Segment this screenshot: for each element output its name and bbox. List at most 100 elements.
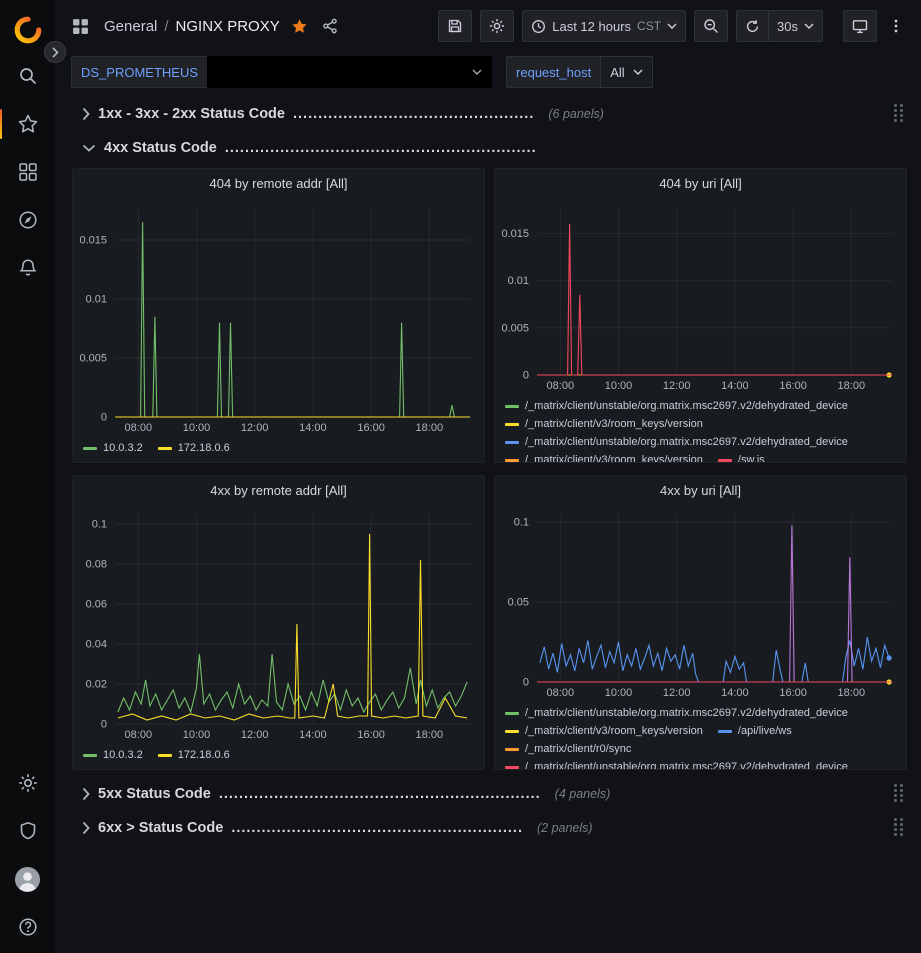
svg-text:0.04: 0.04 <box>86 639 107 651</box>
legend-item[interactable]: /_matrix/client/v3/room_keys/version <box>505 722 703 740</box>
svg-text:08:00: 08:00 <box>547 687 575 699</box>
dashboard-row-6xx[interactable]: 6xx > Status Code ......................… <box>72 814 907 842</box>
gear-icon <box>18 773 38 793</box>
row-panels-4xx: 404 by remote addr [All] 08:0010:0012:00… <box>72 168 907 770</box>
legend-swatch <box>505 441 519 444</box>
panel-legend: /_matrix/client/unstable/org.matrix.msc2… <box>495 700 906 770</box>
grafana-logo[interactable] <box>13 6 43 54</box>
main-area: General / NGINX PROXY <box>55 0 921 953</box>
timeseries-chart[interactable]: 08:0010:0012:0014:0016:0018:0000.050.1 <box>495 504 906 700</box>
dashboard-header: General / NGINX PROXY <box>55 0 921 52</box>
legend-item[interactable]: /_matrix/client/unstable/org.matrix.msc2… <box>505 758 848 770</box>
variable-datasource: DS_PROMETHEUS <box>71 56 492 88</box>
share-button[interactable] <box>319 15 341 37</box>
chevron-down-icon <box>633 69 643 75</box>
svg-text:18:00: 18:00 <box>416 422 444 434</box>
svg-text:16:00: 16:00 <box>357 422 385 434</box>
dashboard-canvas: 1xx - 3xx - 2xx Status Code ............… <box>55 92 921 953</box>
breadcrumb-folder[interactable]: General <box>104 18 157 35</box>
legend-item[interactable]: /_matrix/client/v3/room_keys/version <box>505 451 703 463</box>
svg-text:08:00: 08:00 <box>125 422 153 434</box>
datasource-variable-label[interactable]: DS_PROMETHEUS <box>71 56 207 88</box>
svg-text:08:00: 08:00 <box>547 380 575 392</box>
app-root: General / NGINX PROXY <box>0 0 921 953</box>
sidebar-item-alerting[interactable] <box>0 246 55 290</box>
legend-item[interactable]: /_matrix/client/v3/room_keys/version <box>505 415 703 433</box>
chevron-right-icon <box>82 107 90 121</box>
legend-label: /_matrix/client/unstable/org.matrix.msc2… <box>525 707 848 719</box>
breadcrumb-title: NGINX PROXY <box>176 18 280 35</box>
panel-title[interactable]: 404 by uri [All] <box>495 169 906 197</box>
row-title: 4xx Status Code <box>104 140 217 156</box>
row-panel-count: (2 panels) <box>537 821 593 835</box>
panel-title[interactable]: 404 by remote addr [All] <box>73 169 484 197</box>
question-circle-icon <box>18 917 38 937</box>
panel-4xx-by-remote-addr: 4xx by remote addr [All] 08:0010:0012:00… <box>72 475 485 770</box>
timeseries-chart[interactable]: 08:0010:0012:0014:0016:0018:0000.0050.01… <box>495 197 906 393</box>
sidebar-item-starred[interactable] <box>0 102 55 146</box>
sidebar-item-explore[interactable] <box>0 198 55 242</box>
zoom-out-button[interactable] <box>694 10 728 42</box>
svg-text:0.005: 0.005 <box>79 353 107 365</box>
legend-item[interactable]: /_matrix/client/unstable/org.matrix.msc2… <box>505 433 848 451</box>
row-drag-handle[interactable] <box>894 818 903 838</box>
panel-title[interactable]: 4xx by remote addr [All] <box>73 476 484 504</box>
sidebar-item-help[interactable] <box>0 905 55 949</box>
sidebar-item-profile[interactable] <box>0 857 55 901</box>
kebab-menu-button[interactable] <box>885 15 907 37</box>
svg-text:14:00: 14:00 <box>299 422 327 434</box>
sidebar-item-dashboards[interactable] <box>0 150 55 194</box>
chevron-right-icon <box>82 821 90 835</box>
legend-item[interactable]: /sw.js <box>718 451 765 463</box>
legend-item[interactable]: 10.0.3.2 <box>83 746 143 764</box>
star-icon <box>291 18 308 35</box>
legend-item[interactable]: 10.0.3.2 <box>83 439 143 457</box>
legend-label: /_matrix/client/v3/room_keys/version <box>525 418 703 430</box>
legend-label: /_matrix/client/unstable/org.matrix.msc2… <box>525 400 848 412</box>
legend-label: /_matrix/client/v3/room_keys/version <box>525 725 703 737</box>
dashboard-row-4xx[interactable]: 4xx Status Code ........................… <box>72 134 907 162</box>
grafana-logo-icon <box>13 15 43 45</box>
sidebar-item-server-admin[interactable] <box>0 809 55 853</box>
legend-item[interactable]: /_matrix/client/r0/sync <box>505 740 631 758</box>
row-drag-handle[interactable] <box>894 104 903 124</box>
time-range-picker[interactable]: Last 12 hours CST <box>522 10 686 42</box>
chevron-down-icon <box>667 23 677 29</box>
timeseries-chart[interactable]: 08:0010:0012:0014:0016:0018:0000.020.040… <box>73 504 484 742</box>
refresh-interval-picker[interactable]: 30s <box>769 10 823 42</box>
dashboard-row-5xx[interactable]: 5xx Status Code ........................… <box>72 780 907 808</box>
request-host-variable-label[interactable]: request_host <box>506 56 600 88</box>
panel-title[interactable]: 4xx by uri [All] <box>495 476 906 504</box>
chevron-right-icon <box>82 787 90 801</box>
row-drag-handle[interactable] <box>894 784 903 804</box>
legend-item[interactable]: /_matrix/client/unstable/org.matrix.msc2… <box>505 397 848 415</box>
save-dashboard-button[interactable] <box>438 10 472 42</box>
sidebar-item-configuration[interactable] <box>0 761 55 805</box>
svg-text:0.015: 0.015 <box>501 228 529 240</box>
favorite-star-button[interactable] <box>288 15 311 38</box>
svg-text:10:00: 10:00 <box>605 687 633 699</box>
refresh-icon <box>745 19 760 34</box>
svg-text:08:00: 08:00 <box>125 729 153 741</box>
dashboard-settings-button[interactable] <box>480 10 514 42</box>
apps-icon <box>69 15 92 38</box>
legend-swatch <box>718 459 732 462</box>
dashboard-row-1xx-3xx-2xx[interactable]: 1xx - 3xx - 2xx Status Code ............… <box>72 100 907 128</box>
timeseries-chart[interactable]: 08:0010:0012:0014:0016:0018:0000.0050.01… <box>73 197 484 435</box>
monitor-icon <box>852 18 868 34</box>
svg-text:0.08: 0.08 <box>86 559 107 571</box>
request-host-select[interactable]: All <box>600 56 652 88</box>
legend-item[interactable]: 172.18.0.6 <box>158 746 230 764</box>
legend-swatch <box>505 748 519 751</box>
legend-item[interactable]: 172.18.0.6 <box>158 439 230 457</box>
cycle-view-mode-button[interactable] <box>843 10 877 42</box>
zoom-out-icon <box>703 18 719 34</box>
sidebar-item-search[interactable] <box>0 54 55 98</box>
refresh-button[interactable] <box>736 10 769 42</box>
avatar <box>14 866 41 893</box>
legend-swatch <box>83 754 97 757</box>
datasource-select[interactable] <box>207 56 492 88</box>
legend-item[interactable]: /api/live/ws <box>718 722 792 740</box>
legend-item[interactable]: /_matrix/client/unstable/org.matrix.msc2… <box>505 704 848 722</box>
row-title: 5xx Status Code <box>98 786 211 802</box>
